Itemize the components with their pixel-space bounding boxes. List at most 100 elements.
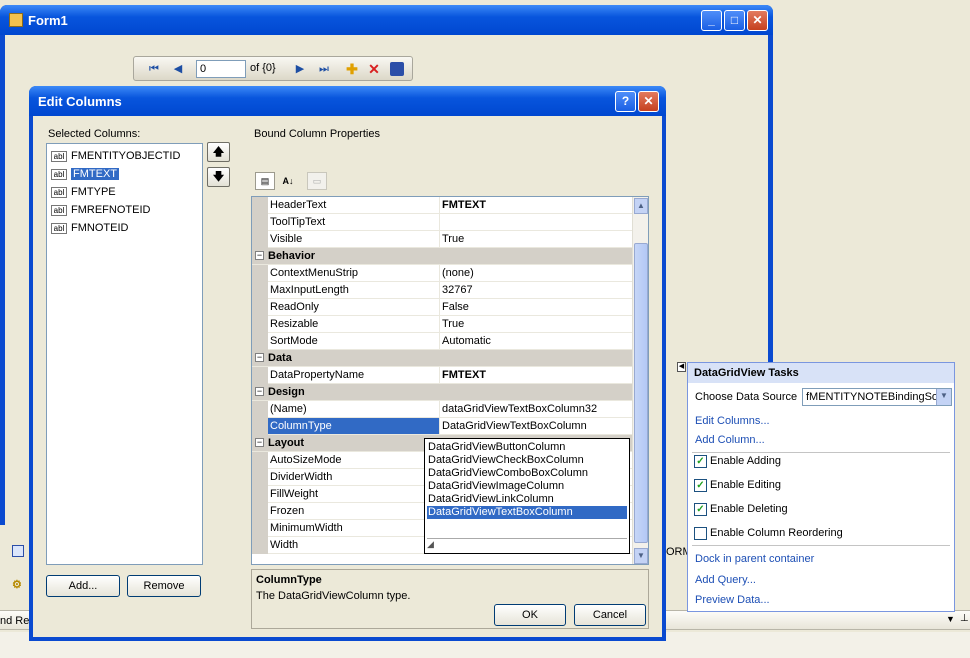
task-checkbox-label[interactable]: Enable Deleting xyxy=(710,503,788,515)
count-label: of {0} xyxy=(250,62,276,74)
task-checkbox[interactable]: ✓ xyxy=(694,503,707,516)
row-gutter xyxy=(252,367,268,384)
column-type-option[interactable]: DataGridViewImageColumn xyxy=(427,480,627,493)
scroll-up-icon[interactable]: ▲ xyxy=(634,198,648,214)
move-down-button[interactable]: 🡇 xyxy=(207,167,230,187)
collapse-icon[interactable]: − xyxy=(255,251,264,260)
column-type-option[interactable]: DataGridViewLinkColumn xyxy=(427,493,627,506)
task-checkbox[interactable] xyxy=(694,527,707,540)
scroll-thumb[interactable] xyxy=(634,243,648,543)
property-value[interactable] xyxy=(440,214,630,230)
property-row[interactable]: ReadOnly False xyxy=(252,299,632,316)
dropdown-arrow-icon[interactable]: ▼ xyxy=(946,614,955,624)
maximize-button[interactable]: □ xyxy=(724,10,745,31)
remove-column-button[interactable]: Remove xyxy=(127,575,201,597)
property-value[interactable]: FMTEXT xyxy=(440,367,630,383)
property-row[interactable]: HeaderText FMTEXT xyxy=(252,197,632,214)
task-checkbox[interactable]: ✓ xyxy=(694,455,707,468)
property-value[interactable]: Automatic xyxy=(440,333,630,349)
move-first-icon[interactable]: ⏮ xyxy=(146,61,162,77)
add-column-link[interactable]: Add Column... xyxy=(695,434,765,446)
move-next-icon[interactable]: ▶ xyxy=(292,61,308,77)
property-row[interactable]: MaxInputLength 32767 xyxy=(252,282,632,299)
property-value[interactable]: DataGridViewTextBoxColumn▼ xyxy=(440,418,630,434)
property-row[interactable]: SortMode Automatic xyxy=(252,333,632,350)
dialog-close-button[interactable]: ✕ xyxy=(638,91,659,112)
dock-link[interactable]: Dock in parent container xyxy=(695,553,814,565)
property-value[interactable]: (none) xyxy=(440,265,630,281)
separator xyxy=(692,452,950,453)
data-source-combo[interactable]: fMENTITYNOTEBindingSo ▼ xyxy=(802,388,952,406)
property-value[interactable]: dataGridViewTextBoxColumn32 xyxy=(440,401,630,417)
cancel-button[interactable]: Cancel xyxy=(574,604,646,626)
position-input[interactable]: 0 xyxy=(196,60,246,78)
property-row[interactable]: DataPropertyName FMTEXT xyxy=(252,367,632,384)
dialog-titlebar[interactable]: Edit Columns ? ✕ xyxy=(29,86,666,116)
close-button[interactable]: ✕ xyxy=(747,10,768,31)
property-category[interactable]: − Behavior xyxy=(252,248,632,265)
collapse-icon[interactable]: − xyxy=(255,353,264,362)
column-type-option[interactable]: DataGridViewButtonColumn xyxy=(427,441,627,454)
move-last-icon[interactable]: ⏭ xyxy=(316,61,332,77)
datagridview-tasks-panel: DataGridView Tasks Choose Data Source fM… xyxy=(687,362,955,612)
row-gutter xyxy=(252,401,268,418)
property-value[interactable]: FMTEXT xyxy=(440,197,630,213)
property-category[interactable]: − Design xyxy=(252,384,632,401)
property-row[interactable]: Resizable True xyxy=(252,316,632,333)
scroll-down-icon[interactable]: ▼ xyxy=(634,548,648,564)
row-gutter xyxy=(252,520,268,537)
property-value[interactable]: True xyxy=(440,316,630,332)
combo-dropdown-icon[interactable]: ▼ xyxy=(936,389,951,405)
category-name: Data xyxy=(268,352,292,364)
add-column-button[interactable]: Add... xyxy=(46,575,120,597)
property-row[interactable]: ContextMenuStrip (none) xyxy=(252,265,632,282)
ok-button[interactable]: OK xyxy=(494,604,566,626)
move-previous-icon[interactable]: ◀ xyxy=(170,61,186,77)
property-scrollbar[interactable]: ▲ ▼ xyxy=(632,197,648,564)
column-list-item[interactable]: abl FMTEXT xyxy=(51,166,119,182)
property-value[interactable]: False xyxy=(440,299,630,315)
column-type-dropdown-list[interactable]: DataGridViewButtonColumn DataGridViewChec… xyxy=(424,438,630,554)
add-query-link[interactable]: Add Query... xyxy=(695,574,756,586)
help-button[interactable]: ? xyxy=(615,91,636,112)
task-checkbox-label[interactable]: Enable Adding xyxy=(710,455,781,467)
selected-columns-list[interactable]: abl FMENTITYOBJECTID abl FMTEXT abl FMTYPE abl… xyxy=(46,143,203,565)
column-type-option[interactable]: DataGridViewCheckBoxColumn xyxy=(427,454,627,467)
column-list-item[interactable]: abl FMENTITYOBJECTID xyxy=(51,148,180,164)
column-type-option[interactable]: DataGridViewComboBoxColumn xyxy=(427,467,627,480)
property-category[interactable]: − Data xyxy=(252,350,632,367)
resize-grip[interactable]: ◢ xyxy=(427,538,627,551)
form1-titlebar[interactable]: Form1 _ □ ✕ xyxy=(0,5,773,35)
task-checkbox[interactable]: ✓ xyxy=(694,479,707,492)
preview-data-link[interactable]: Preview Data... xyxy=(695,594,770,606)
categorized-icon[interactable]: ▤ xyxy=(255,172,275,190)
property-row[interactable]: ToolTipText xyxy=(252,214,632,231)
property-pages-icon[interactable]: ▭ xyxy=(307,172,327,190)
move-up-button[interactable]: 🡅 xyxy=(207,142,230,162)
category-name: Behavior xyxy=(268,250,316,262)
property-row[interactable]: ColumnTypeDataGridViewTextBoxColumn▼ xyxy=(252,418,632,435)
column-type-option[interactable]: DataGridViewTextBoxColumn xyxy=(427,506,627,519)
pin-icon[interactable]: ⊥ xyxy=(960,613,969,624)
column-list-item[interactable]: abl FMREFNOTEID xyxy=(51,202,150,218)
property-name: HeaderText xyxy=(268,197,440,213)
task-checkbox-label[interactable]: Enable Editing xyxy=(710,479,781,491)
add-new-icon[interactable]: ✚ xyxy=(344,61,360,77)
dialog-client: Selected Columns: abl FMENTITYOBJECTID abl… xyxy=(33,116,662,637)
property-row[interactable]: (Name) dataGridViewTextBoxColumn32 xyxy=(252,401,632,418)
property-value[interactable]: True xyxy=(440,231,630,247)
smart-tag-glyph[interactable]: ◀ xyxy=(677,362,686,372)
column-list-item[interactable]: abl FMNOTEID xyxy=(51,220,128,236)
property-name: AutoSizeMode xyxy=(268,452,440,468)
collapse-icon[interactable]: − xyxy=(255,438,264,447)
save-icon[interactable] xyxy=(390,62,404,76)
alphabetical-icon[interactable]: A↓ xyxy=(278,172,298,190)
task-checkbox-label[interactable]: Enable Column Reordering xyxy=(710,527,843,539)
edit-columns-link[interactable]: Edit Columns... xyxy=(695,415,770,427)
column-list-item[interactable]: abl FMTYPE xyxy=(51,184,116,200)
property-row[interactable]: Visible True xyxy=(252,231,632,248)
minimize-button[interactable]: _ xyxy=(701,10,722,31)
property-value[interactable]: 32767 xyxy=(440,282,630,298)
delete-icon[interactable]: ✕ xyxy=(366,61,382,77)
collapse-icon[interactable]: − xyxy=(255,387,264,396)
